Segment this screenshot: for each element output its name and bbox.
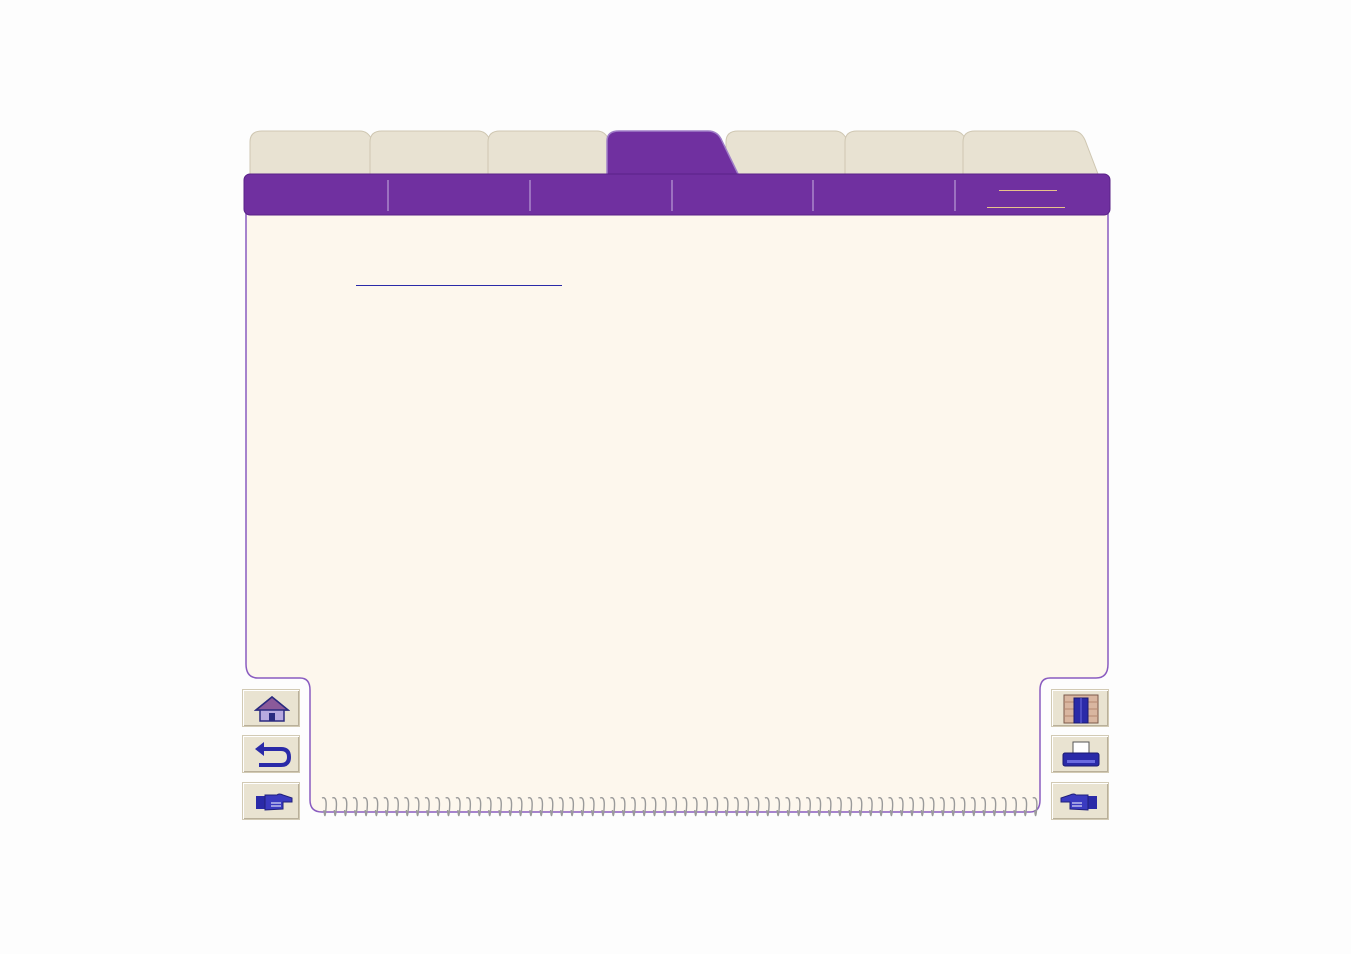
back-button[interactable]: [242, 735, 300, 773]
pointing-hand-right-icon: [256, 793, 293, 811]
tab-label-2: [375, 140, 495, 170]
home-icon: [253, 696, 291, 722]
print-button[interactable]: [1051, 735, 1109, 773]
pointing-hand-left-icon: [1060, 793, 1097, 811]
next-page-button[interactable]: [242, 782, 300, 820]
tab-label-5: [731, 140, 851, 170]
subtab-1[interactable]: [246, 180, 386, 210]
exit-button[interactable]: [1051, 689, 1109, 727]
tab-label-6: [850, 140, 970, 170]
subtab-current-underline-top: [999, 190, 1057, 191]
content-link[interactable]: [356, 266, 562, 284]
tab-label-4: [612, 140, 722, 170]
tab-label-3: [493, 140, 613, 170]
printer-icon: [1062, 741, 1100, 767]
previous-page-button[interactable]: [1051, 782, 1109, 820]
home-button[interactable]: [242, 689, 300, 727]
back-arrow-icon: [255, 742, 292, 767]
subtab-3[interactable]: [532, 180, 670, 210]
subtab-4[interactable]: [674, 180, 811, 210]
subtab-2[interactable]: [390, 180, 528, 210]
tab-label-1: [255, 140, 375, 170]
subtab-current-underline-bottom: [987, 207, 1065, 208]
tab-label-7: [968, 140, 1088, 170]
exit-door-icon: [1063, 694, 1099, 724]
content-link-underline: [356, 285, 562, 286]
subtab-5[interactable]: [815, 180, 953, 210]
subtab-6-current[interactable]: [957, 180, 1097, 210]
